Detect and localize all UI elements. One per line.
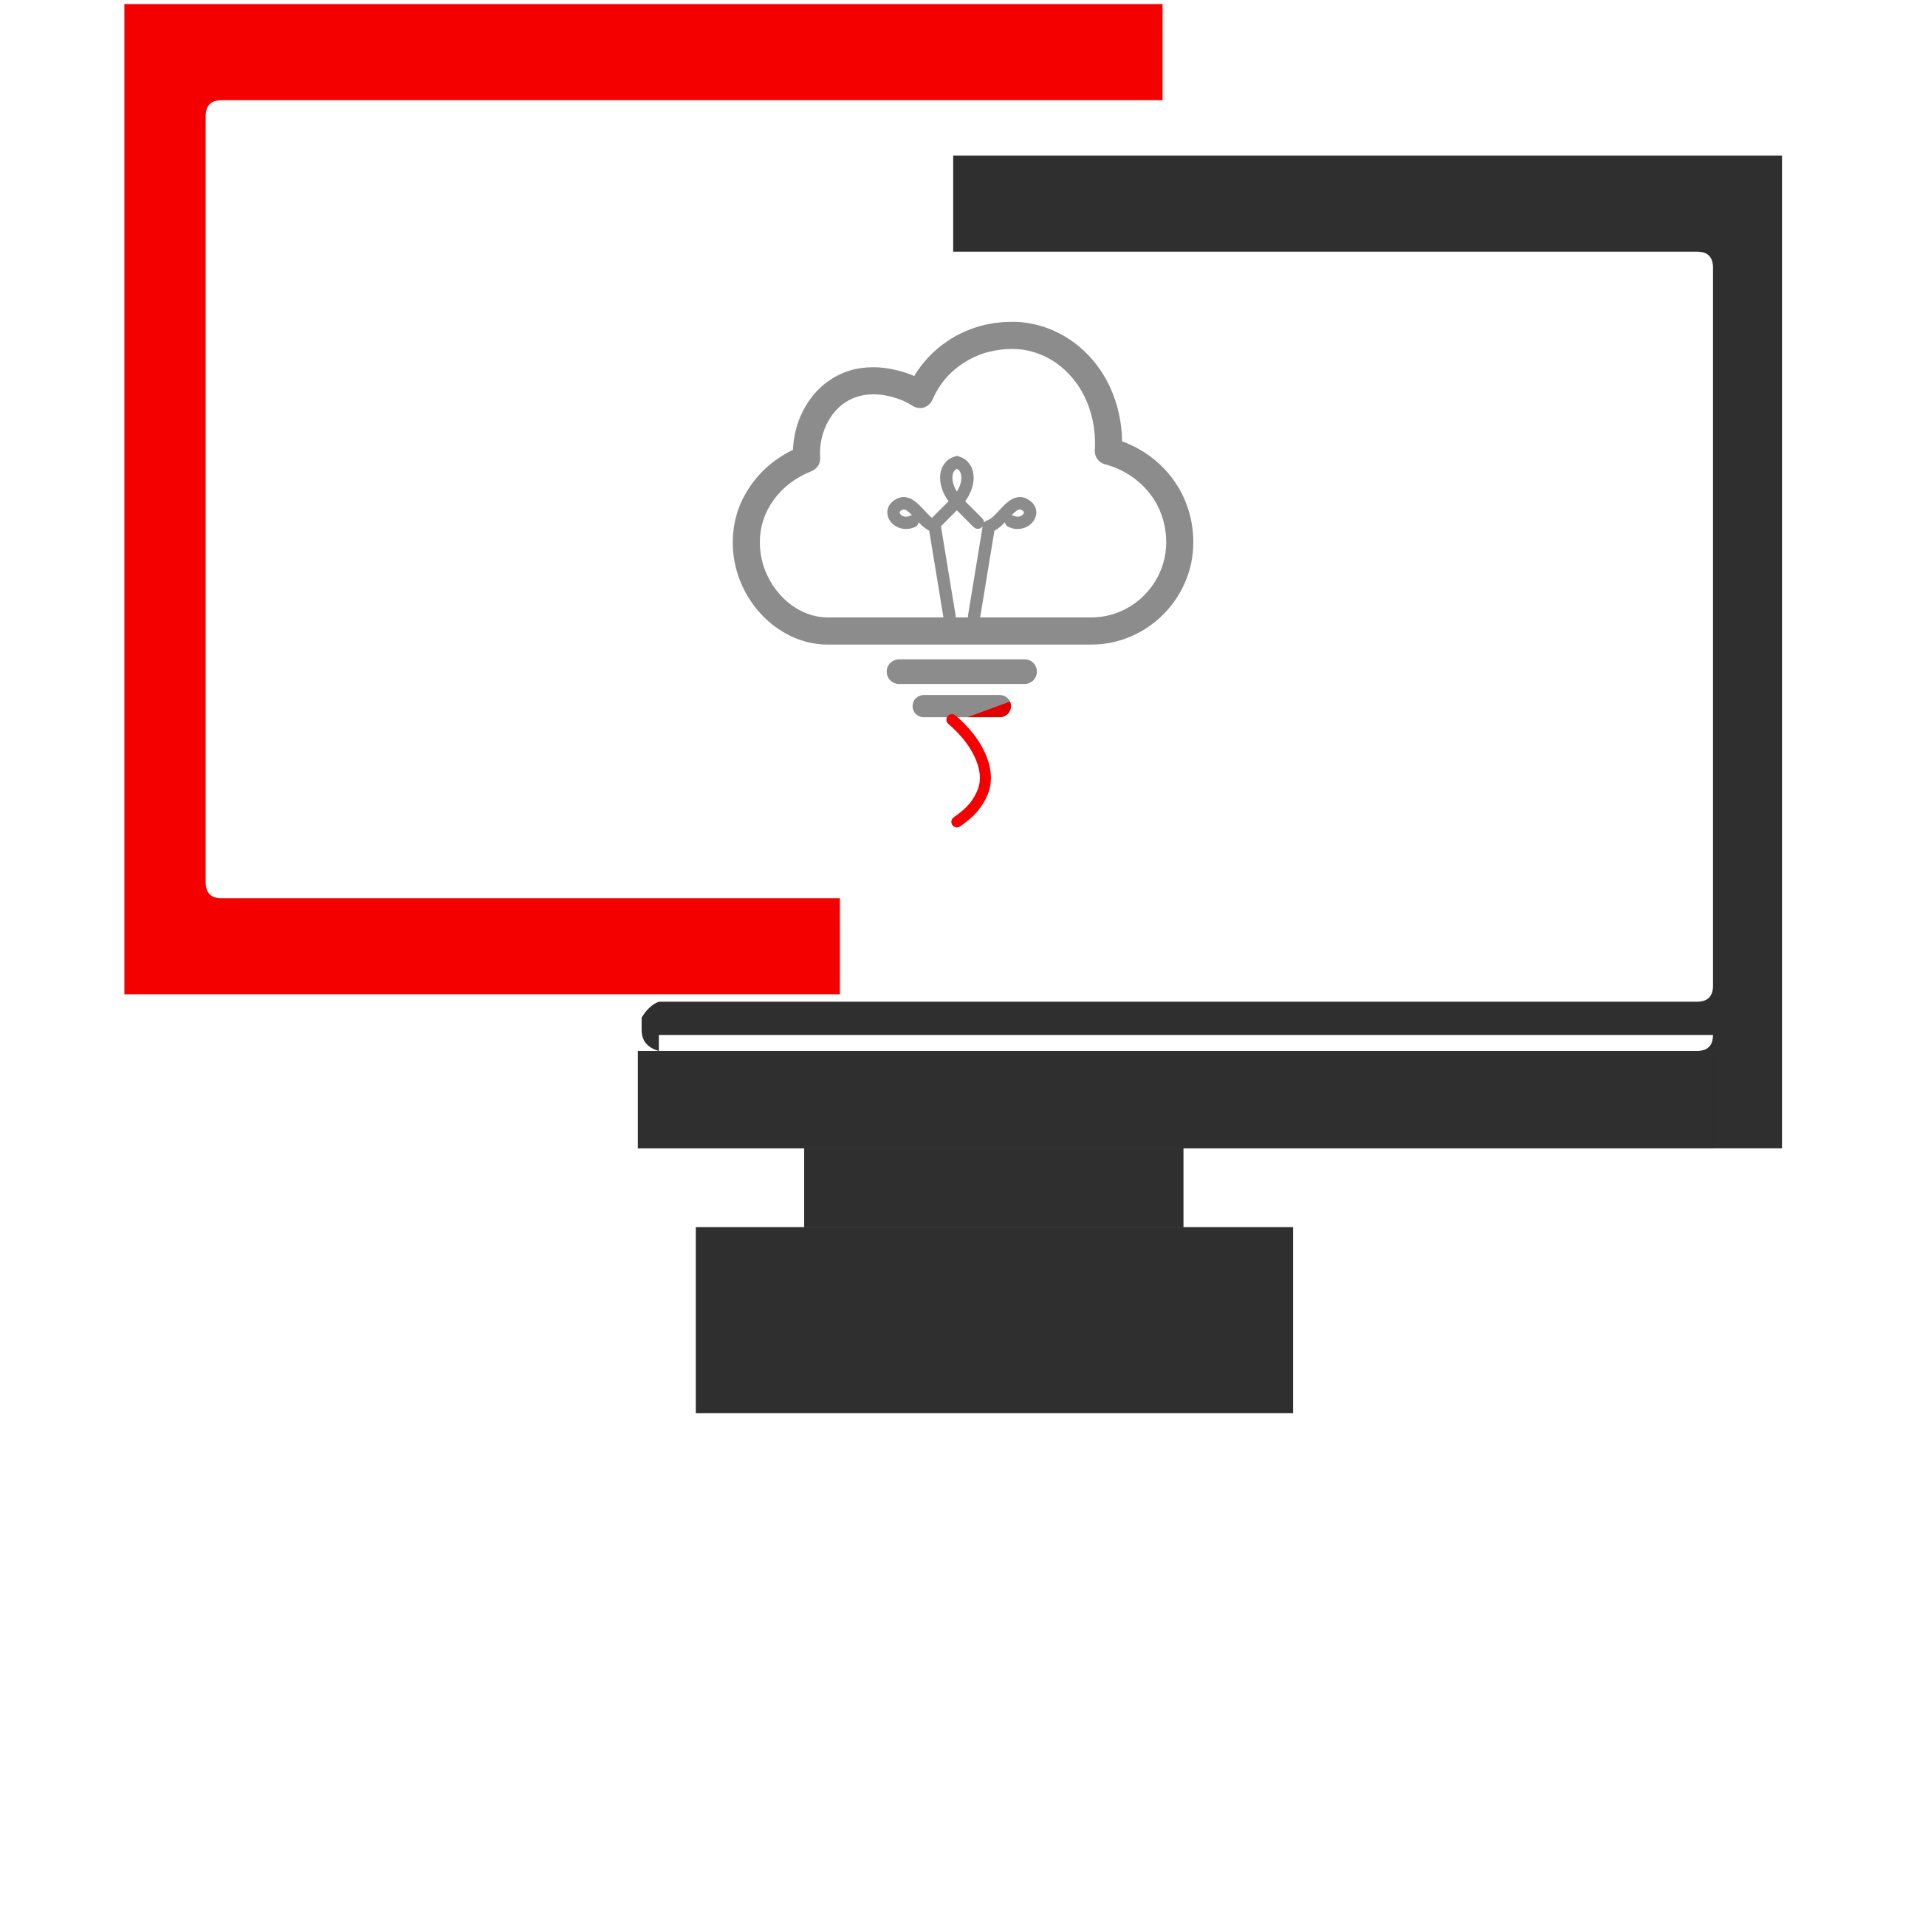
monitor-stand <box>696 1227 1294 1414</box>
monitor-icon <box>637 155 1783 1414</box>
cloud-lightbulb-icon <box>733 321 1194 828</box>
lightbulb-cord <box>946 713 991 828</box>
logo-canvas <box>0 0 1931 1932</box>
red-screen-frame-icon <box>124 4 1163 995</box>
monitor-neck <box>804 1148 1184 1227</box>
logo <box>124 4 1783 1414</box>
